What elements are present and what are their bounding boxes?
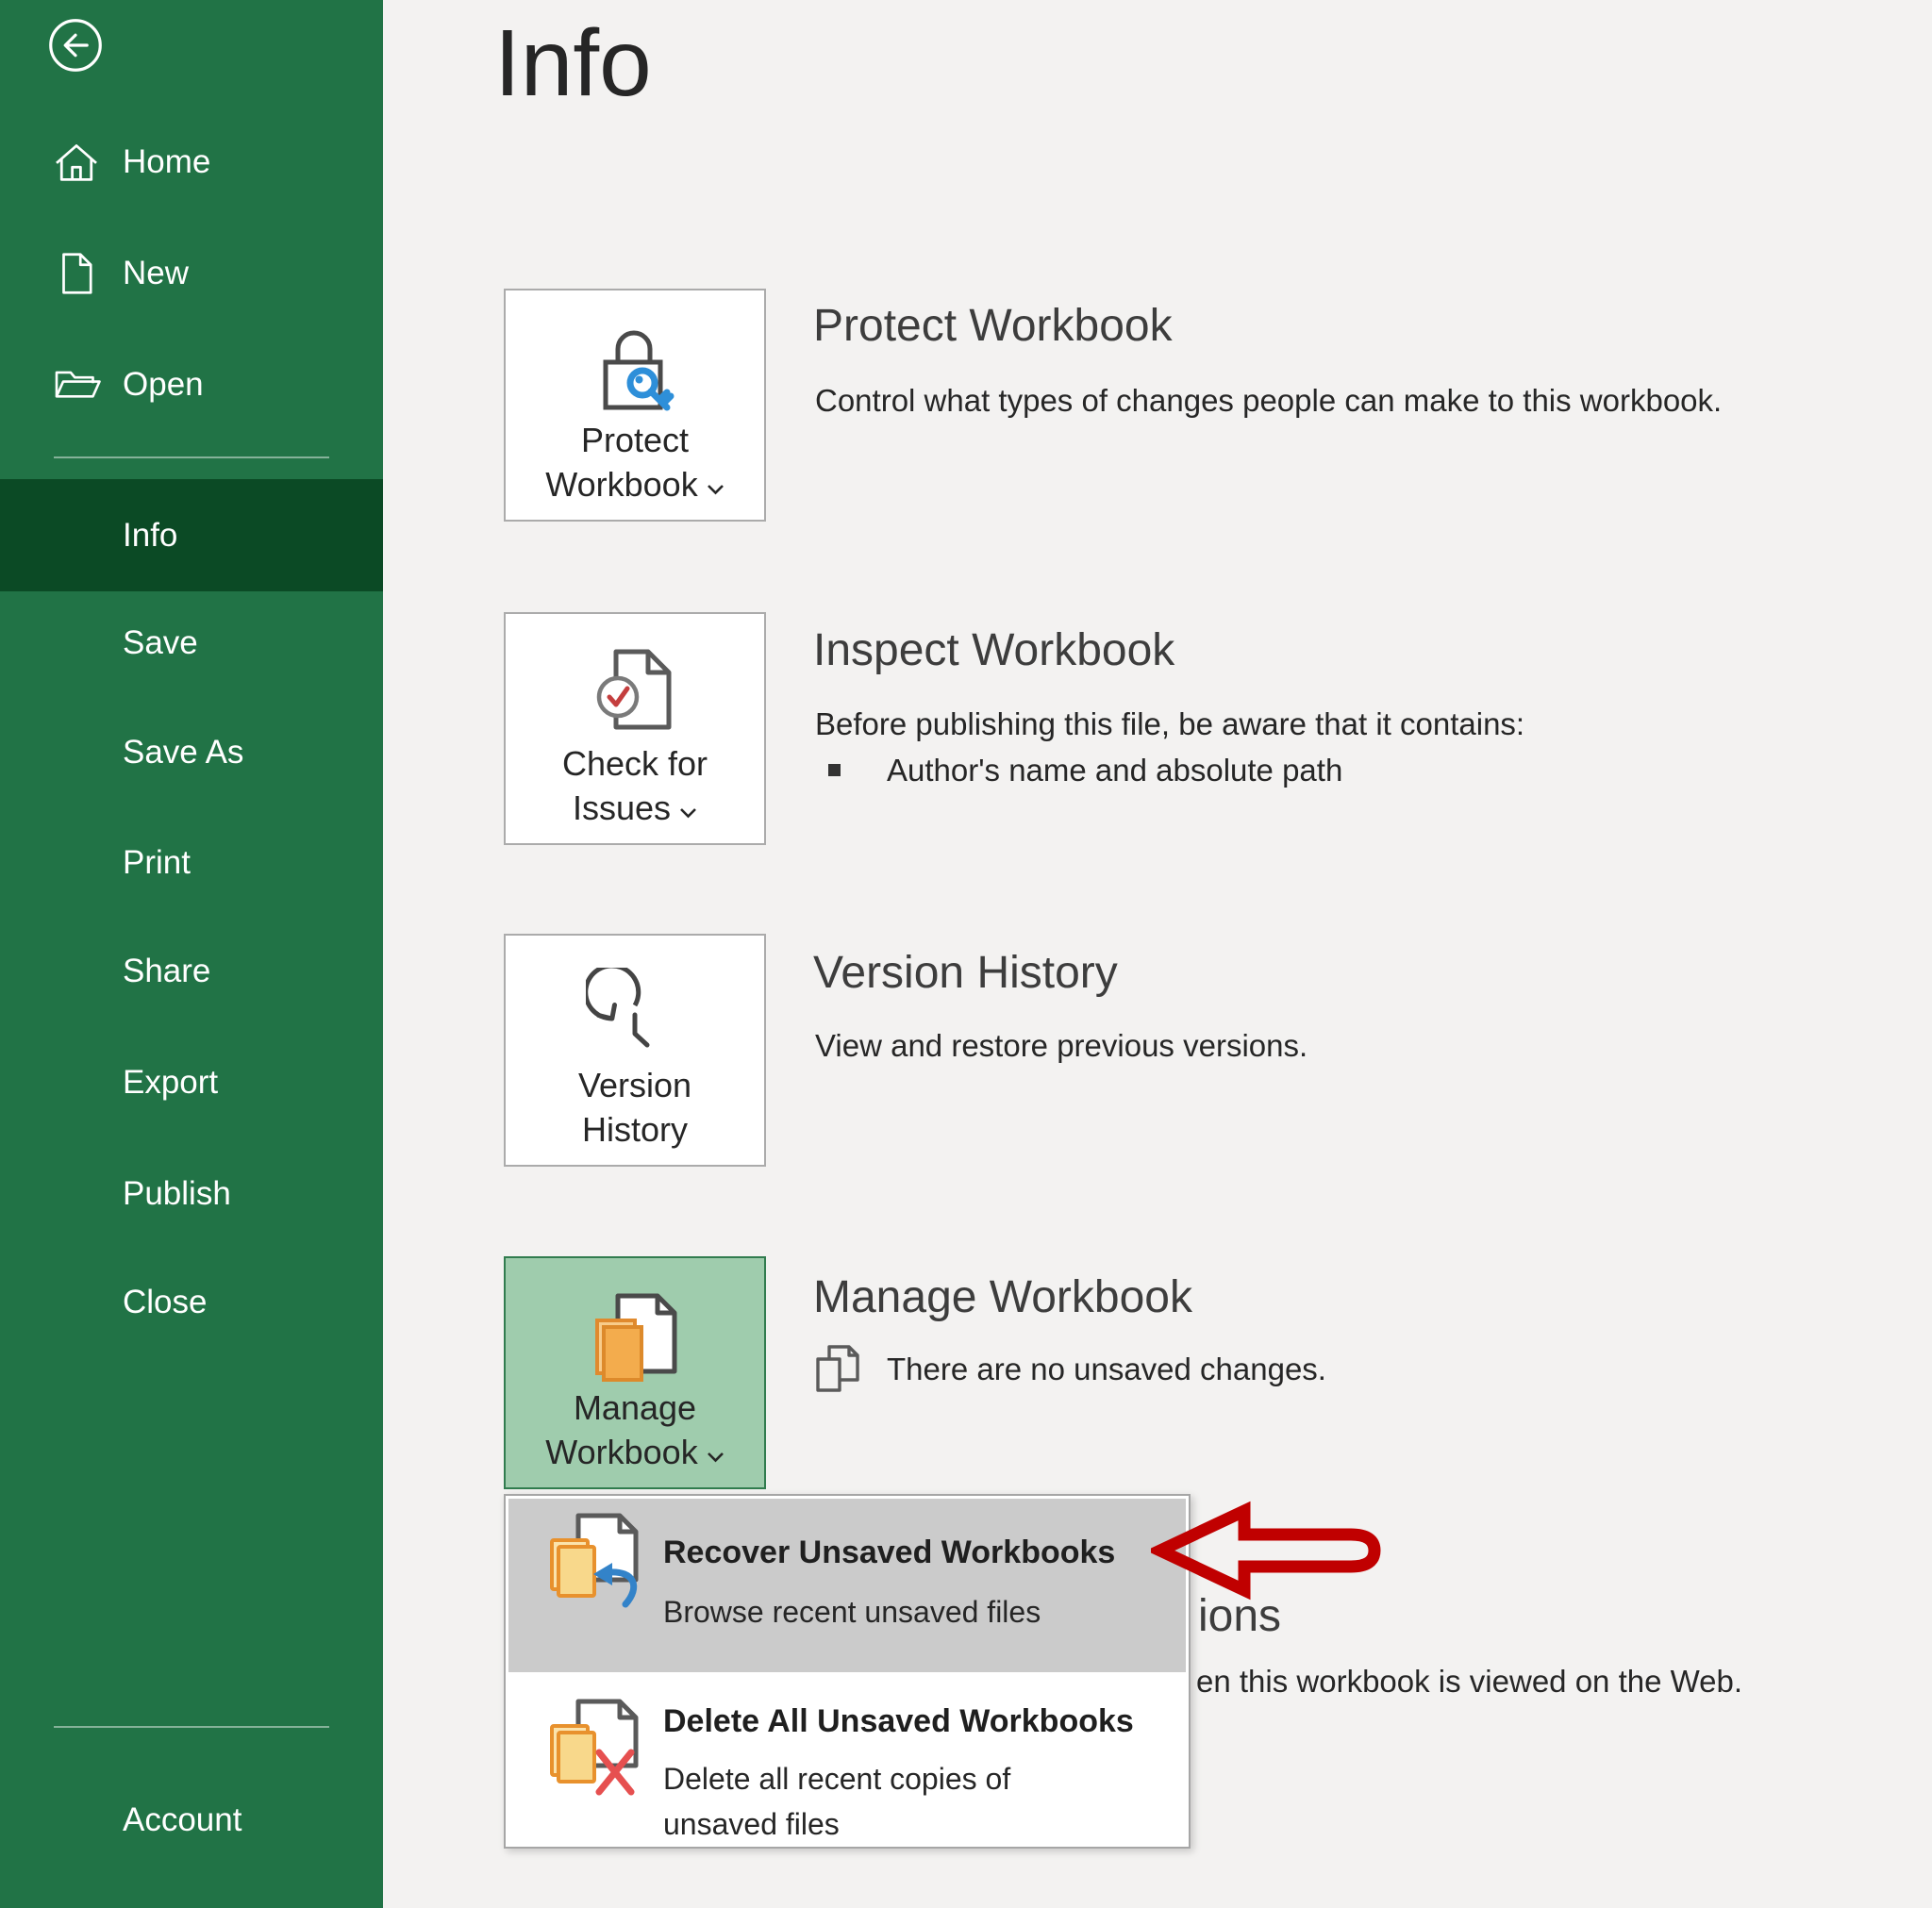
chevron-down-icon (679, 786, 697, 830)
section-description: Control what types of changes people can… (815, 383, 1723, 418)
section-description: Before publishing this file, be aware th… (815, 706, 1525, 741)
sidebar-item-save-as[interactable]: Save As (0, 698, 383, 807)
inspect-document-icon (506, 646, 764, 750)
sidebar-item-label: Export (123, 1064, 219, 1101)
pages-icon (813, 1343, 860, 1396)
manage-workbook-dropdown-menu: Recover Unsaved Workbooks Browse recent … (504, 1494, 1191, 1849)
new-document-icon (49, 246, 104, 301)
chevron-down-icon (707, 1430, 724, 1474)
sidebar-item-export[interactable]: Export (0, 1028, 383, 1137)
sidebar-item-share[interactable]: Share (0, 917, 383, 1026)
card-label-line: Issues (573, 786, 697, 830)
home-icon (49, 135, 104, 190)
version-history-button[interactable]: Version History (504, 934, 766, 1167)
section-description: View and restore previous versions. (815, 1028, 1308, 1063)
sidebar-item-label: Open (123, 366, 204, 403)
page-title: Info (494, 10, 652, 116)
sidebar-item-label: Print (123, 844, 191, 881)
section-heading: Inspect Workbook (813, 625, 1175, 675)
sidebar-item-label: Home (123, 143, 211, 180)
sidebar-item-publish[interactable]: Publish (0, 1139, 383, 1249)
card-label-line: Version (577, 1066, 692, 1104)
check-for-issues-button[interactable]: Check for Issues (504, 612, 766, 845)
status-text: There are no unsaved changes. (887, 1352, 1326, 1386)
unsaved-changes-status: There are no unsaved changes. (813, 1343, 1326, 1396)
lock-key-icon (506, 323, 764, 426)
sidebar-item-label: Close (123, 1284, 208, 1320)
section-heading: Protect Workbook (813, 301, 1173, 351)
sidebar-item-close[interactable]: Close (0, 1248, 383, 1357)
menu-item-subtitle: Browse recent unsaved files (663, 1595, 1041, 1629)
sidebar-item-label: Info (123, 516, 178, 554)
sidebar-item-home[interactable]: Home (0, 108, 383, 217)
bullet-icon (828, 764, 841, 776)
menu-item-title: Delete All Unsaved Workbooks (663, 1703, 1134, 1739)
sidebar-item-account[interactable]: Account (0, 1766, 383, 1875)
sidebar-divider (54, 456, 329, 458)
inspect-finding-text: Author's name and absolute path (887, 753, 1343, 788)
backstage-sidebar: Home New Open Info Save Save As Print Sh… (0, 0, 383, 1908)
card-label-line: Workbook (545, 1430, 724, 1474)
menu-item-subtitle: Delete all recent copies of unsaved file… (663, 1762, 1011, 1841)
sidebar-item-print[interactable]: Print (0, 808, 383, 918)
menu-item-delete-all-unsaved-workbooks[interactable]: Delete All Unsaved Workbooks Delete all … (508, 1679, 1186, 1841)
card-label-line: Workbook (545, 462, 724, 506)
back-button[interactable] (47, 17, 104, 74)
menu-item-title: Recover Unsaved Workbooks (663, 1535, 1116, 1570)
menu-item-recover-unsaved-workbooks[interactable]: Recover Unsaved Workbooks Browse recent … (508, 1499, 1186, 1672)
card-label-line: History (581, 1110, 688, 1149)
section-heading: Version History (813, 948, 1118, 998)
recover-unsaved-icon (544, 1512, 659, 1618)
sidebar-item-label: Save (123, 624, 198, 661)
sidebar-divider (54, 1726, 329, 1728)
sidebar-item-label: Account (123, 1801, 242, 1838)
sidebar-item-label: Save As (123, 734, 244, 771)
section-heading: Manage Workbook (813, 1272, 1192, 1322)
manage-workbook-icon (506, 1290, 764, 1396)
chevron-down-icon (707, 462, 724, 506)
open-folder-icon (49, 357, 104, 412)
covered-section-description-fragment: en this workbook is viewed on the Web. (1196, 1664, 1743, 1699)
delete-unsaved-icon (544, 1698, 659, 1803)
sidebar-item-save[interactable]: Save (0, 589, 383, 698)
protect-workbook-button[interactable]: Protect Workbook (504, 289, 766, 522)
manage-workbook-button[interactable]: Manage Workbook (504, 1256, 766, 1489)
sidebar-item-label: New (123, 255, 190, 291)
sidebar-item-open[interactable]: Open (0, 330, 383, 440)
history-clock-icon (506, 968, 764, 1066)
sidebar-item-label: Publish (123, 1175, 231, 1212)
excel-backstage-info-page: Home New Open Info Save Save As Print Sh… (0, 0, 1932, 1908)
annotation-arrow-left-icon (1145, 1500, 1392, 1601)
sidebar-item-new[interactable]: New (0, 219, 383, 328)
inspect-finding-item: Author's name and absolute path (828, 753, 1342, 788)
sidebar-item-label: Share (123, 953, 211, 989)
sidebar-item-info[interactable]: Info (0, 479, 383, 591)
back-arrow-icon (47, 19, 104, 77)
